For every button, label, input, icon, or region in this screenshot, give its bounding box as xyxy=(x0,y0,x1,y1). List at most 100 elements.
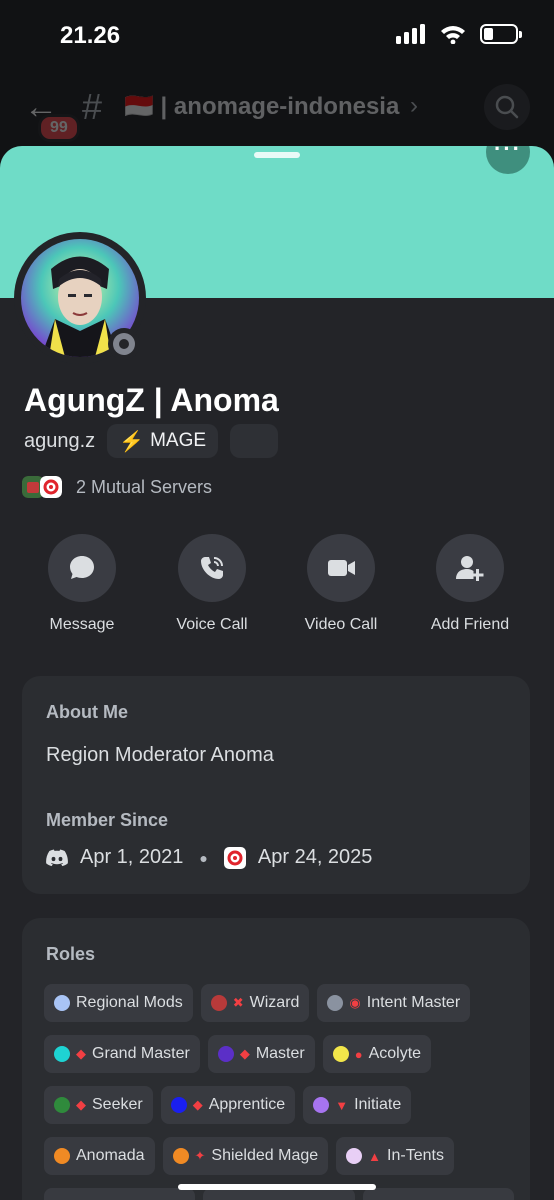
role-emoji-icon: ▲ xyxy=(368,1148,382,1164)
offline-status-icon xyxy=(108,328,140,360)
battery-icon xyxy=(480,24,522,44)
status-icons xyxy=(396,24,522,44)
role-name: Wizard xyxy=(249,994,300,1011)
anoma-server-icon xyxy=(223,846,246,869)
role-row: ◆ Seeker ◆ Apprentice ▼ Initiate xyxy=(44,1086,514,1124)
video-call-label: Video Call xyxy=(304,616,378,633)
role-name: In-Tents xyxy=(387,1147,444,1164)
role-pill[interactable]: ◆ Master xyxy=(207,1035,315,1073)
role-emoji-icon: ◆ xyxy=(76,1097,86,1112)
add-friend-icon xyxy=(456,556,484,581)
role-pill[interactable]: ▲ In-Tents xyxy=(336,1137,454,1175)
search-icon xyxy=(495,95,519,119)
chevron-right-icon: › xyxy=(410,92,418,119)
voice-call-label: Voice Call xyxy=(176,616,248,633)
sheet-grabber[interactable] xyxy=(254,152,300,158)
roles-card: Roles Regional Mods ✖ Wizard ◉ Intent Master… xyxy=(22,918,530,1200)
role-pill[interactable]: ● Acolyte xyxy=(322,1035,432,1073)
ellipsis-icon: ··· xyxy=(494,146,522,161)
status-time: 21.26 xyxy=(60,22,121,49)
role-color-dot xyxy=(170,1097,187,1113)
username-row: agung.z ⚡ MAGE xyxy=(24,424,279,458)
role-name: Anomada xyxy=(76,1147,145,1164)
role-row: Anomada ✦ Shielded Mage ▲ In-Tents xyxy=(44,1137,514,1175)
role-name: Grand Master xyxy=(92,1045,190,1062)
role-row: Regional Mods ✖ Wizard ◉ Intent Master xyxy=(44,984,514,1022)
username[interactable]: agung.z xyxy=(24,430,95,453)
anoma-server-icon xyxy=(40,476,62,498)
message-label: Message xyxy=(49,616,115,633)
role-name: Initiate xyxy=(354,1096,402,1113)
role-pill[interactable]: ◆ Seeker xyxy=(44,1086,153,1124)
role-color-dot xyxy=(217,1046,234,1062)
role-name: Acolyte xyxy=(368,1045,422,1062)
role-pill[interactable]: ▼ Initiate xyxy=(303,1086,412,1124)
role-emoji-icon: ✦ xyxy=(194,1148,206,1163)
search-button[interactable] xyxy=(484,84,530,130)
about-title: About Me xyxy=(46,702,128,722)
phone-icon xyxy=(201,557,223,579)
role-name: Seeker xyxy=(92,1096,143,1113)
voice-call-button[interactable] xyxy=(178,534,246,602)
mutual-servers[interactable]: 2 Mutual Servers xyxy=(22,476,212,498)
role-name: Intent Master xyxy=(366,994,461,1011)
video-camera-icon xyxy=(328,560,355,576)
role-emoji-icon: ◆ xyxy=(192,1097,203,1112)
role-color-dot xyxy=(54,995,70,1011)
badge-pill[interactable] xyxy=(230,424,279,458)
roles-list: Regional Mods ✖ Wizard ◉ Intent Master ◆ Grand… xyxy=(44,984,514,1200)
discord-logo-icon xyxy=(46,849,68,866)
separator-dot: ● xyxy=(199,849,208,866)
role-emoji-icon: ◆ xyxy=(239,1046,250,1061)
role-color-dot xyxy=(332,1046,349,1062)
profile-sheet: ··· AgungZ | Anoma agung.z ⚡ MAGE 2 Mutu… xyxy=(0,146,554,1200)
role-color-dot xyxy=(54,1046,70,1062)
role-color-dot xyxy=(54,1148,70,1164)
channel-name[interactable]: 🇮🇩 | anomage-indonesia xyxy=(124,92,399,121)
roles-title: Roles xyxy=(46,944,96,964)
role-pill[interactable]: Anomada xyxy=(44,1137,155,1175)
add-friend-button[interactable] xyxy=(436,534,504,602)
clan-tag[interactable]: ⚡ MAGE xyxy=(107,424,219,458)
server-join-date: Apr 24, 2025 xyxy=(257,846,373,868)
wifi-icon xyxy=(441,26,465,44)
lightning-bolt-icon: ⚡ xyxy=(119,430,145,453)
home-indicator xyxy=(178,1184,376,1190)
discord-join-date: Apr 1, 2021 xyxy=(80,846,184,868)
status-bar: 21.26 xyxy=(0,0,554,70)
role-name: Shielded Mage xyxy=(211,1147,319,1164)
role-pill[interactable] xyxy=(362,1188,514,1200)
message-button[interactable] xyxy=(48,534,116,602)
member-since-title: Member Since xyxy=(46,810,169,830)
role-emoji-icon: ▼ xyxy=(335,1097,349,1113)
role-pill[interactable] xyxy=(44,1188,196,1200)
role-color-dot xyxy=(313,1097,330,1113)
channel-hash-icon: # xyxy=(82,86,103,127)
mutual-servers-text: 2 Mutual Servers xyxy=(76,476,213,497)
role-name: Regional Mods xyxy=(76,994,183,1011)
member-since-row: Apr 1, 2021 ● Apr 24, 2025 xyxy=(46,846,372,869)
role-name: Apprentice xyxy=(208,1096,286,1113)
about-text: Region Moderator Anoma xyxy=(46,744,274,766)
cellular-signal-icon xyxy=(396,24,425,44)
unread-badge: 99 xyxy=(38,114,80,142)
role-name: Master xyxy=(255,1045,305,1062)
role-color-dot xyxy=(210,995,227,1011)
message-action[interactable]: Message xyxy=(22,534,142,634)
role-pill[interactable]: Regional Mods xyxy=(44,984,193,1022)
add-friend-action[interactable]: Add Friend xyxy=(410,534,530,634)
display-name: AgungZ | Anoma xyxy=(24,382,279,418)
add-friend-label: Add Friend xyxy=(430,616,510,633)
video-call-button[interactable] xyxy=(307,534,375,602)
role-emoji-icon: ◆ xyxy=(76,1046,86,1061)
role-pill[interactable]: ◆ Grand Master xyxy=(44,1035,200,1073)
about-card: About Me Region Moderator Anoma Member S… xyxy=(22,676,530,894)
role-pill[interactable]: ✦ Shielded Mage xyxy=(162,1137,329,1175)
role-pill[interactable]: ✖ Wizard xyxy=(200,984,310,1022)
role-color-dot xyxy=(327,995,344,1011)
role-pill[interactable]: ◉ Intent Master xyxy=(317,984,471,1022)
voice-call-action[interactable]: Voice Call xyxy=(152,534,272,634)
role-pill[interactable]: ◆ Apprentice xyxy=(160,1086,296,1124)
clan-tag-label: MAGE xyxy=(150,430,207,451)
video-call-action[interactable]: Video Call xyxy=(281,534,401,634)
